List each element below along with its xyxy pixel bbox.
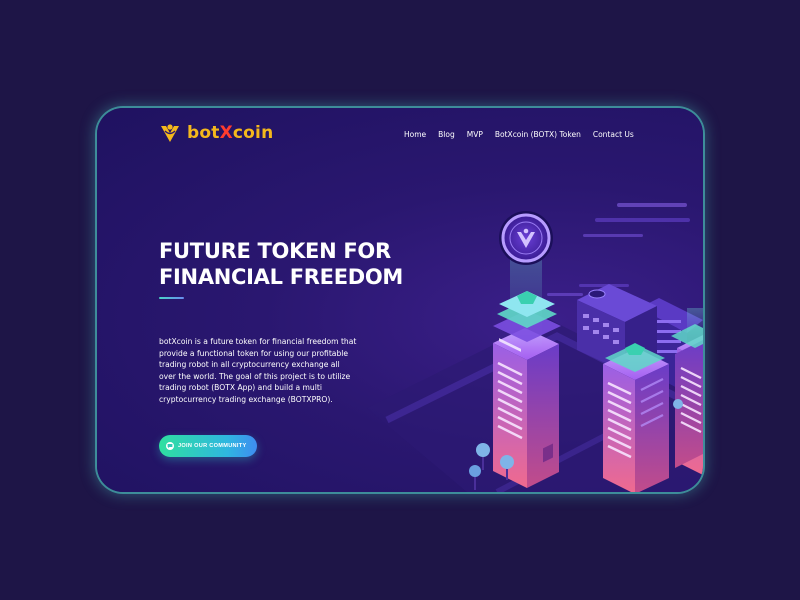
join-community-button[interactable]: JOIN OUR COMMUNITY <box>159 435 257 457</box>
nav-botx-token[interactable]: BotXcoin (BOTX) Token <box>495 130 581 139</box>
title-underline <box>159 297 184 299</box>
botxcoin-logo-icon <box>161 124 179 142</box>
token-coin-stack <box>493 211 561 348</box>
brand-logo[interactable]: botXcoin <box>159 122 273 144</box>
nav-mvp[interactable]: MVP <box>467 130 483 139</box>
brand-wordmark: botXcoin <box>187 123 274 143</box>
nav-home[interactable]: Home <box>404 130 426 139</box>
join-community-label: JOIN OUR COMMUNITY <box>178 443 247 449</box>
tower-middle <box>603 343 669 492</box>
nav-contact-us[interactable]: Contact Us <box>593 130 634 139</box>
isometric-city-illustration <box>367 203 703 492</box>
chat-bubble-icon <box>166 442 174 450</box>
nav-blog[interactable]: Blog <box>438 130 455 139</box>
hero-description: botXcoin is a future token for financial… <box>159 337 357 404</box>
main-nav: Home Blog MVP BotXcoin (BOTX) Token Cont… <box>404 130 634 139</box>
hero-card: botXcoin Home Blog MVP BotXcoin (BOTX) T… <box>97 108 703 492</box>
